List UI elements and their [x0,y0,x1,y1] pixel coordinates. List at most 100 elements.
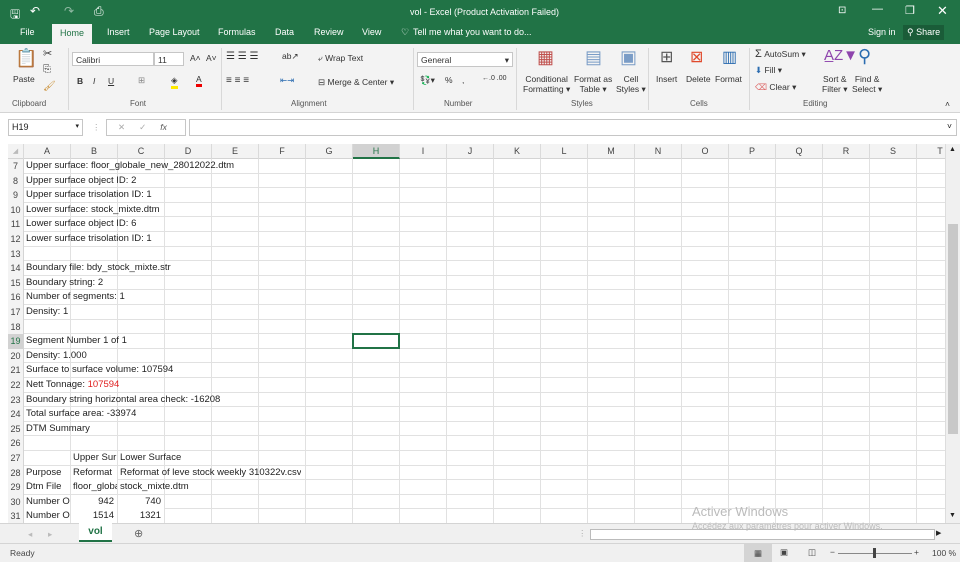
undo-icon[interactable]: ↶ [30,4,40,18]
row-header[interactable]: 16 [8,290,24,305]
page-break-view-icon[interactable]: ◫ [808,547,816,558]
column-header-J[interactable]: J [447,144,494,159]
row-header[interactable]: 22 [8,378,24,393]
selected-cell-H19[interactable] [352,333,400,350]
cell[interactable]: Lower surface: stock_mixte.dtm [24,203,160,217]
cell[interactable]: Upper surface: floor_globale_new_2801202… [24,159,234,173]
conditional-formatting-button[interactable]: Conditional Formatting ▾ [523,74,570,95]
font-size-select[interactable]: 11 [154,52,184,66]
enter-icon[interactable]: ✓ [139,122,146,132]
cell[interactable]: Density: 1 [24,305,68,319]
column-header-P[interactable]: P [729,144,776,159]
row-header[interactable]: 29 [8,480,24,495]
column-header-S[interactable]: S [870,144,917,159]
row-header[interactable]: 19 [8,334,24,349]
cell[interactable]: Density: 1.000 [24,349,87,363]
row-header[interactable]: 13 [8,246,24,262]
restore-icon[interactable]: ❐ [905,4,915,17]
row-header[interactable]: 14 [8,261,24,276]
cancel-icon[interactable]: ✕ [118,122,125,132]
bold-button[interactable]: B [77,76,83,86]
scroll-up-icon[interactable]: ▲ [949,146,956,153]
zoom-out-button[interactable]: − [830,547,835,557]
row-header[interactable]: 12 [8,232,24,247]
column-header-H[interactable]: H [353,144,400,159]
scroll-thumb[interactable] [948,224,958,434]
cell[interactable]: Upper surface object ID: 2 [24,174,136,188]
column-header-N[interactable]: N [635,144,682,159]
row-header[interactable]: 18 [8,319,24,335]
cell[interactable]: Purpose [24,465,70,480]
next-sheet-icon[interactable]: ▸ [48,529,52,540]
tab-home[interactable]: Home [52,24,93,44]
underline-button[interactable]: U [108,76,114,86]
borders-icon[interactable]: ⊞ [138,75,145,86]
cell[interactable]: Reformat [71,465,117,480]
cell[interactable]: Lower surface object ID: 6 [24,217,136,231]
cell[interactable]: 740 [118,494,164,509]
number-format-select[interactable]: General ▾ [417,52,513,67]
comma-button[interactable]: , [462,75,464,85]
italic-button[interactable]: I [93,76,95,86]
save-icon[interactable]: 🖫 [10,5,20,26]
ribbon-display-icon[interactable]: ⊡ [838,5,846,16]
copy-icon[interactable]: ⎘ [43,64,51,75]
share-button[interactable]: ⚲ Share [903,25,945,40]
cell[interactable]: Reformat of leve stock weekly 310322v.cs… [118,466,301,480]
paste-button[interactable]: Paste [13,74,35,84]
cell[interactable]: Surface to surface volume: 107594 [24,363,173,377]
page-layout-view-icon[interactable]: ▣ [780,547,788,558]
align-top-icon[interactable]: ☰ ☰ ☰ [226,51,258,62]
column-header-B[interactable]: B [71,144,118,159]
find-select-button[interactable]: Find & Select ▾ [852,74,882,95]
tab-file[interactable]: File [20,27,35,37]
shrink-font-icon[interactable]: A˅ [206,53,217,63]
format-painter-icon[interactable]: 🖌 [43,81,56,92]
tell-me-search[interactable]: Tell me what you want to do... [413,27,532,37]
sheet-tab-vol[interactable]: vol [79,523,112,542]
sort-filter-button[interactable]: Sort & Filter ▾ [822,74,848,95]
normal-view-icon[interactable]: ▦ [744,544,772,562]
column-header-F[interactable]: F [259,144,306,159]
vertical-scrollbar[interactable]: ▲ ▼ [945,144,960,523]
prev-sheet-icon[interactable]: ◂ [28,529,32,540]
column-header-L[interactable]: L [541,144,588,159]
collapse-ribbon-icon[interactable]: ˄ [945,99,950,109]
print-preview-icon[interactable]: ⎙ [94,4,104,19]
tab-page-layout[interactable]: Page Layout [149,27,200,37]
column-header-R[interactable]: R [823,144,870,159]
cell[interactable]: Boundary string: 2 [24,276,103,290]
row-header[interactable]: 20 [8,348,24,364]
close-icon[interactable]: ✕ [937,3,948,19]
select-all-corner[interactable]: ◢ [8,144,24,159]
tab-review[interactable]: Review [314,27,344,37]
column-header-K[interactable]: K [494,144,541,159]
cell[interactable]: Number Of [24,509,70,523]
column-header-I[interactable]: I [400,144,447,159]
row-header[interactable]: 31 [8,509,24,523]
cell[interactable]: 942 [71,494,117,509]
tab-split-icon[interactable]: ⋮ [578,528,587,539]
percent-button[interactable]: % [445,75,453,85]
cell[interactable]: Number of segments: 1 [24,290,125,304]
column-header-A[interactable]: A [24,144,71,159]
column-header-G[interactable]: G [306,144,353,159]
row-header[interactable]: 24 [8,407,24,422]
cell[interactable]: Boundary file: bdy_stock_mixte.str [24,261,171,275]
row-header[interactable]: 23 [8,392,24,408]
row-header[interactable]: 8 [8,173,24,189]
autosum-button[interactable]: Σ AutoSum ▾ [755,48,806,60]
cell[interactable]: DTM Summary [24,422,90,436]
row-header[interactable]: 28 [8,465,24,481]
row-header[interactable]: 15 [8,275,24,291]
cell[interactable]: Segment Number 1 of 1 [24,334,127,348]
tab-view[interactable]: View [362,27,381,37]
merge-center-button[interactable]: ⊟ Merge & Center ▾ [318,77,394,88]
row-header[interactable]: 26 [8,436,24,451]
row-header[interactable]: 21 [8,363,24,378]
format-cells-button[interactable]: Format [715,74,742,84]
cell[interactable]: 1321 [118,509,164,523]
clear-button[interactable]: ⌫ Clear ▾ [755,82,796,93]
cell[interactable]: Boundary string horizontal area check: -… [24,393,220,407]
cell[interactable]: Lower Surface [118,451,181,465]
